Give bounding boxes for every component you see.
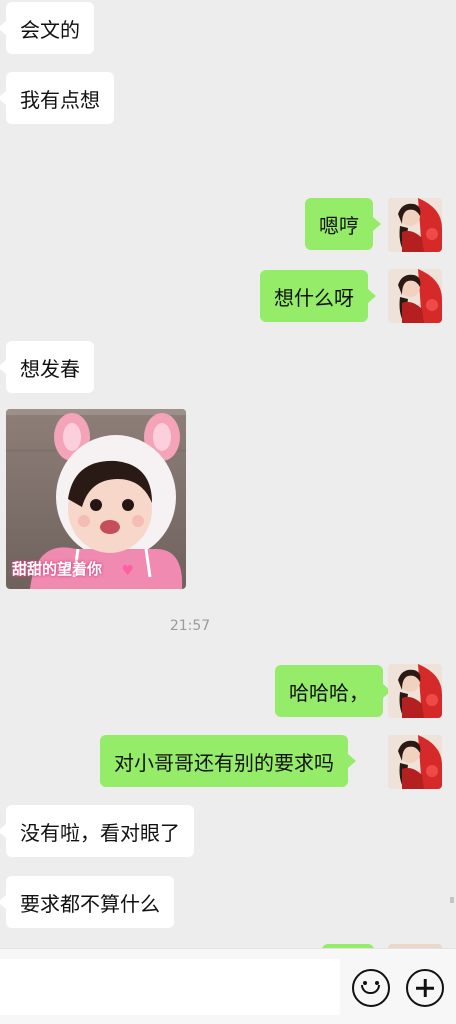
smiley-face-icon[interactable]: [352, 969, 390, 1007]
message-text: 会文的: [20, 17, 80, 42]
avatar-image: [388, 269, 442, 323]
avatar[interactable]: [388, 269, 442, 323]
message-text: 对小哥哥还有别的要求吗: [114, 750, 334, 775]
message-bubble-sent[interactable]: 对小哥哥还有别的要求吗: [100, 735, 356, 787]
message-text: 哈哈哈，: [289, 680, 369, 705]
message-bubble-sent[interactable]: 想什么呀: [260, 270, 376, 322]
message-bubble-received[interactable]: 我有点想: [0, 72, 114, 124]
message-text: 嗯哼: [319, 213, 359, 238]
avatar-image: [388, 198, 442, 252]
avatar[interactable]: [388, 664, 442, 718]
avatar[interactable]: [388, 198, 442, 252]
plus-circle-icon[interactable]: [406, 969, 444, 1007]
sticker-message[interactable]: 甜甜的望着你 ♥: [6, 409, 186, 589]
sticker-caption: 甜甜的望着你: [12, 560, 103, 578]
message-timestamp: 21:57: [169, 618, 211, 634]
scroll-indicator: [450, 897, 454, 903]
message-text: 要求都不算什么: [20, 891, 160, 916]
message-bubble-received[interactable]: 要求都不算什么: [0, 876, 174, 928]
message-text: 想什么呀: [274, 285, 354, 310]
chat-window: 会文的 我有点想 嗯哼 想什么呀 想发春 甜甜的望着你 ♥ 21:57 哈哈哈，…: [0, 0, 456, 1024]
message-bubble-sent[interactable]: 哈哈哈，: [275, 665, 391, 717]
avatar-image: [388, 735, 442, 789]
avatar-image: [388, 664, 442, 718]
heart-icon: ♥: [121, 563, 134, 579]
message-text: 想发春: [20, 356, 80, 381]
message-bubble-sent[interactable]: 嗯哼: [305, 198, 381, 250]
message-bubble-received[interactable]: 想发春: [0, 341, 94, 393]
message-input[interactable]: [0, 959, 340, 1015]
message-text: 我有点想: [20, 87, 100, 112]
message-bubble-received[interactable]: 没有啦，看对眼了: [0, 805, 194, 857]
input-bar: [0, 948, 456, 1024]
message-bubble-received[interactable]: 会文的: [0, 2, 94, 54]
message-text: 没有啦，看对眼了: [20, 820, 180, 845]
avatar[interactable]: [388, 735, 442, 789]
